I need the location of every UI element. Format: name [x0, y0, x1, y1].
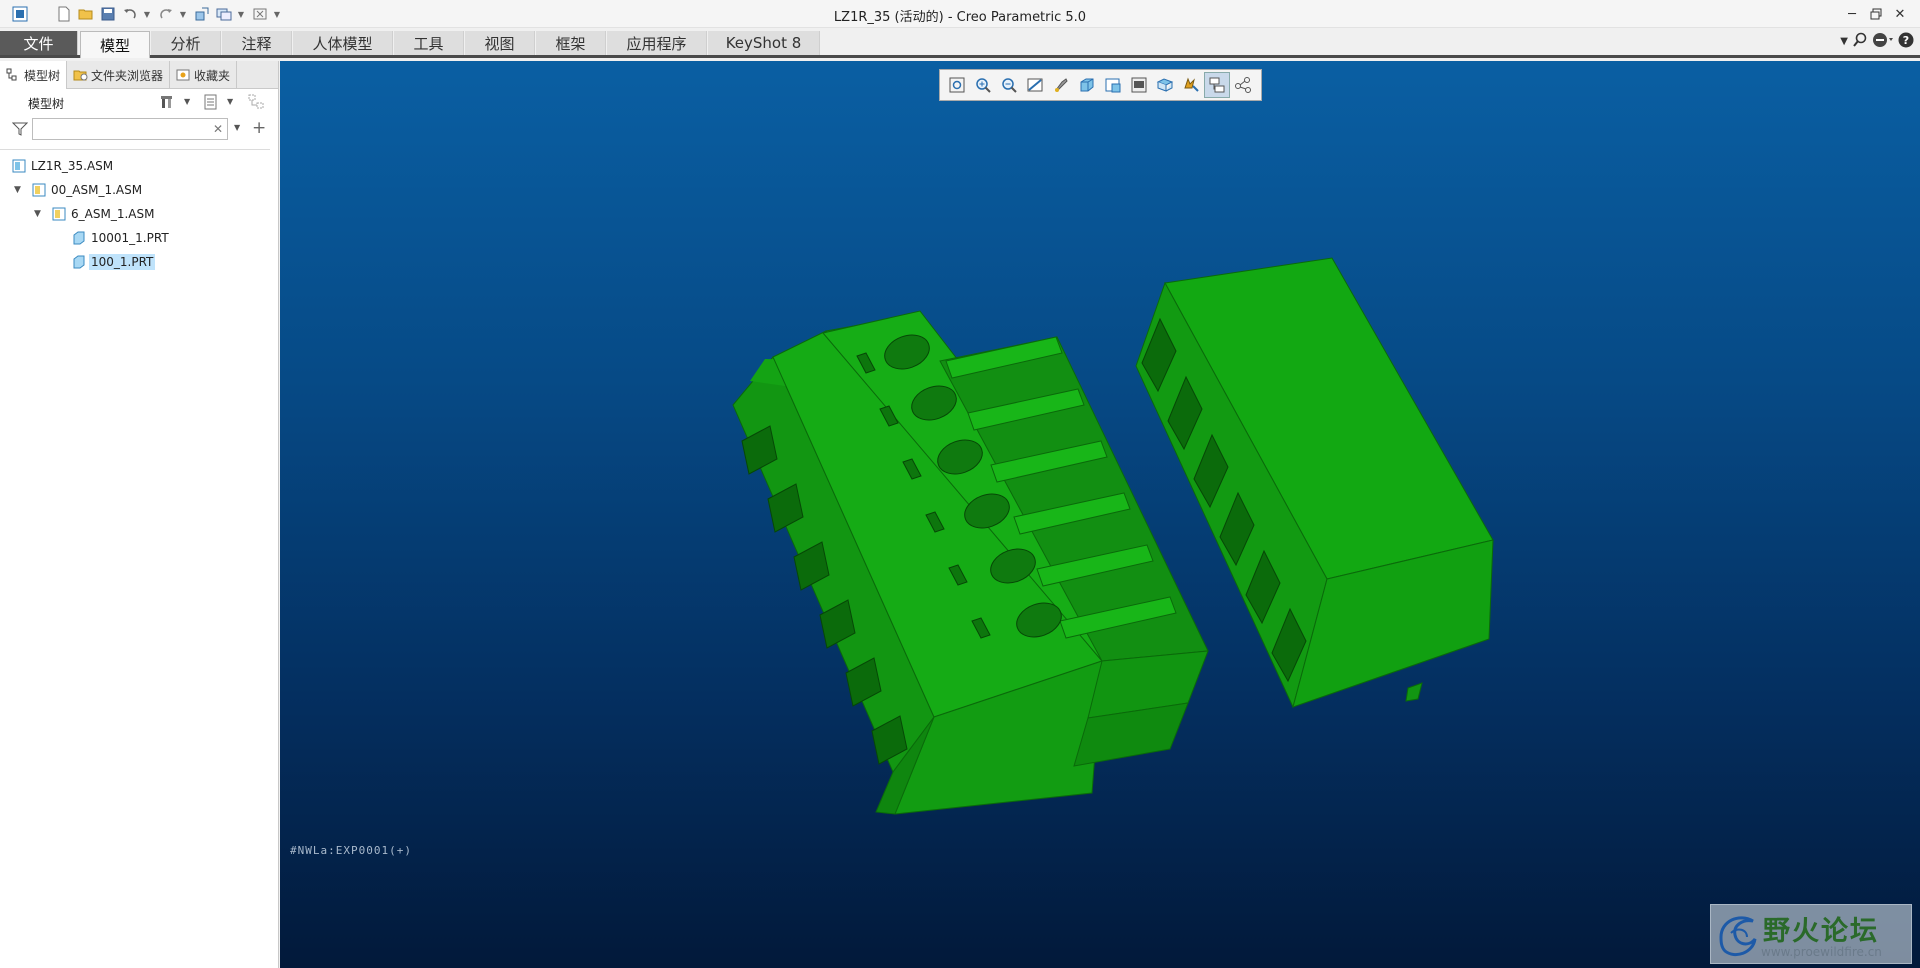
model-tree: LZ1R_35.ASM ▼ 00_ASM_1.ASM ▼ 6_ASM_1.ASM…	[0, 149, 270, 274]
view-status-label: #NWLa:EXP0001(+)	[290, 844, 412, 857]
model-tree-title: 模型树	[28, 97, 65, 111]
assembly-icon	[52, 207, 66, 221]
add-filter-icon[interactable]: +	[252, 118, 266, 138]
navigator-panel: 模型树 文件夹浏览器 收藏夹 模型树 ▼ ▼ ✕ ▼ + LZ1R_35.ASM…	[0, 61, 279, 968]
windows-dropdown-icon[interactable]: ▼	[236, 4, 246, 24]
assembly-icon	[12, 159, 26, 173]
svg-text:?: ?	[1903, 34, 1909, 47]
model-tree-icon	[6, 68, 20, 82]
assembly-icon	[32, 183, 46, 197]
tab-analysis[interactable]: 分析	[151, 31, 221, 55]
close-icon[interactable]: ✕	[1888, 3, 1912, 25]
tab-framework[interactable]: 框架	[536, 31, 606, 55]
ribbon-right-tools: ▼ ?	[1840, 32, 1914, 51]
plug-connector-part[interactable]	[732, 310, 1209, 815]
model-view[interactable]	[280, 61, 1920, 968]
tree-search-input[interactable]	[32, 118, 228, 140]
title-bar: ▼ ▼ ▼ ▼ LZ1R_35 (活动的) - Creo Parametric …	[0, 0, 1920, 28]
watermark-title: 野火论坛	[1763, 916, 1879, 947]
clear-search-icon[interactable]: ✕	[213, 122, 223, 136]
ribbon-tabs: 文件 模型 分析 注释 人体模型 工具 视图 框架 应用程序 KeyShot 8…	[0, 28, 1920, 58]
tab-model-tree[interactable]: 模型树	[0, 61, 68, 89]
show-options-icon[interactable]	[203, 94, 219, 113]
tab-model-tree-label: 模型树	[24, 68, 61, 83]
open-icon[interactable]	[76, 4, 96, 24]
wildfire-logo-icon	[1719, 916, 1757, 956]
tree-node-6-asm-1[interactable]: ▼ 6_ASM_1.ASM	[0, 202, 270, 226]
tree-node-label: 10001_1.PRT	[91, 231, 169, 245]
favorites-icon	[176, 68, 190, 82]
settings-tool-icon[interactable]	[160, 94, 176, 113]
folder-browser-icon	[73, 68, 88, 82]
tree-node-lz1r-35-asm[interactable]: LZ1R_35.ASM	[0, 154, 270, 178]
filter-icon[interactable]	[11, 122, 29, 139]
tab-folder-browser[interactable]: 文件夹浏览器	[67, 61, 171, 89]
redo-dropdown-icon[interactable]: ▼	[178, 4, 188, 24]
model-tree-header: 模型树 ▼ ▼	[0, 89, 278, 115]
windows-icon[interactable]	[214, 4, 234, 24]
tab-folder-browser-label: 文件夹浏览器	[91, 68, 164, 83]
tab-view[interactable]: 视图	[465, 31, 535, 55]
graphics-window[interactable]: #NWLa:EXP0001(+) 野火论坛 www.proewildfire.c…	[280, 61, 1920, 968]
tree-node-label: LZ1R_35.ASM	[31, 159, 114, 173]
tree-node-100-1-prt[interactable]: 100_1.PRT	[0, 250, 270, 274]
settings-dropdown-icon[interactable]: ▼	[184, 97, 190, 106]
tab-keyshot[interactable]: KeyShot 8	[708, 31, 820, 55]
tab-favorites[interactable]: 收藏夹	[170, 61, 238, 89]
part-icon	[72, 255, 86, 269]
app-menu-icon[interactable]	[10, 4, 30, 24]
search-dropdown-icon[interactable]: ▼	[234, 123, 240, 132]
minimize-icon[interactable]: ─	[1840, 3, 1864, 25]
tree-filter-row: ✕ ▼ +	[0, 115, 278, 143]
collapse-ribbon-icon[interactable]: ▼	[1840, 36, 1848, 47]
search-icon[interactable]	[1852, 32, 1868, 51]
quick-access-toolbar: ▼ ▼ ▼ ▼	[10, 4, 286, 24]
undo-dropdown-icon[interactable]: ▼	[142, 4, 152, 24]
tab-file[interactable]: 文件	[0, 31, 78, 55]
part-icon	[72, 231, 86, 245]
tree-node-00-asm-1[interactable]: ▼ 00_ASM_1.ASM	[0, 178, 270, 202]
tab-favorites-label: 收藏夹	[194, 68, 231, 83]
tree-node-10001-1-prt[interactable]: 10001_1.PRT	[0, 226, 270, 250]
tab-annotate[interactable]: 注释	[222, 31, 292, 55]
tab-manikin[interactable]: 人体模型	[293, 31, 393, 55]
regenerate-icon[interactable]	[192, 4, 212, 24]
redo-icon[interactable]	[156, 4, 176, 24]
watermark-logo: 野火论坛 www.proewildfire.cn	[1710, 904, 1912, 964]
close-window-icon[interactable]	[250, 4, 270, 24]
tree-filter-options-icon[interactable]	[248, 94, 266, 113]
navigator-tabs: 模型树 文件夹浏览器 收藏夹	[0, 61, 278, 89]
save-icon[interactable]	[98, 4, 118, 24]
tab-tools[interactable]: 工具	[394, 31, 464, 55]
window-title: LZ1R_35 (活动的) - Creo Parametric 5.0	[833, 10, 1087, 25]
watermark-url: www.proewildfire.cn	[1761, 945, 1882, 959]
window-controls: ─ ✕	[1840, 3, 1912, 25]
expand-toggle-icon[interactable]: ▼	[34, 209, 44, 219]
tree-node-label: 6_ASM_1.ASM	[71, 207, 155, 221]
undo-icon[interactable]	[120, 4, 140, 24]
tab-applications[interactable]: 应用程序	[607, 31, 707, 55]
new-icon[interactable]	[54, 4, 74, 24]
tree-node-label: 100_1.PRT	[89, 254, 156, 270]
tab-model[interactable]: 模型	[80, 31, 150, 58]
community-icon[interactable]	[1872, 32, 1894, 51]
customize-icon[interactable]: ▼	[272, 4, 282, 24]
expand-toggle-icon[interactable]: ▼	[14, 185, 24, 195]
show-dropdown-icon[interactable]: ▼	[227, 97, 233, 106]
restore-icon[interactable]	[1864, 3, 1888, 25]
help-icon[interactable]: ?	[1898, 32, 1914, 51]
tree-node-label: 00_ASM_1.ASM	[51, 183, 143, 197]
